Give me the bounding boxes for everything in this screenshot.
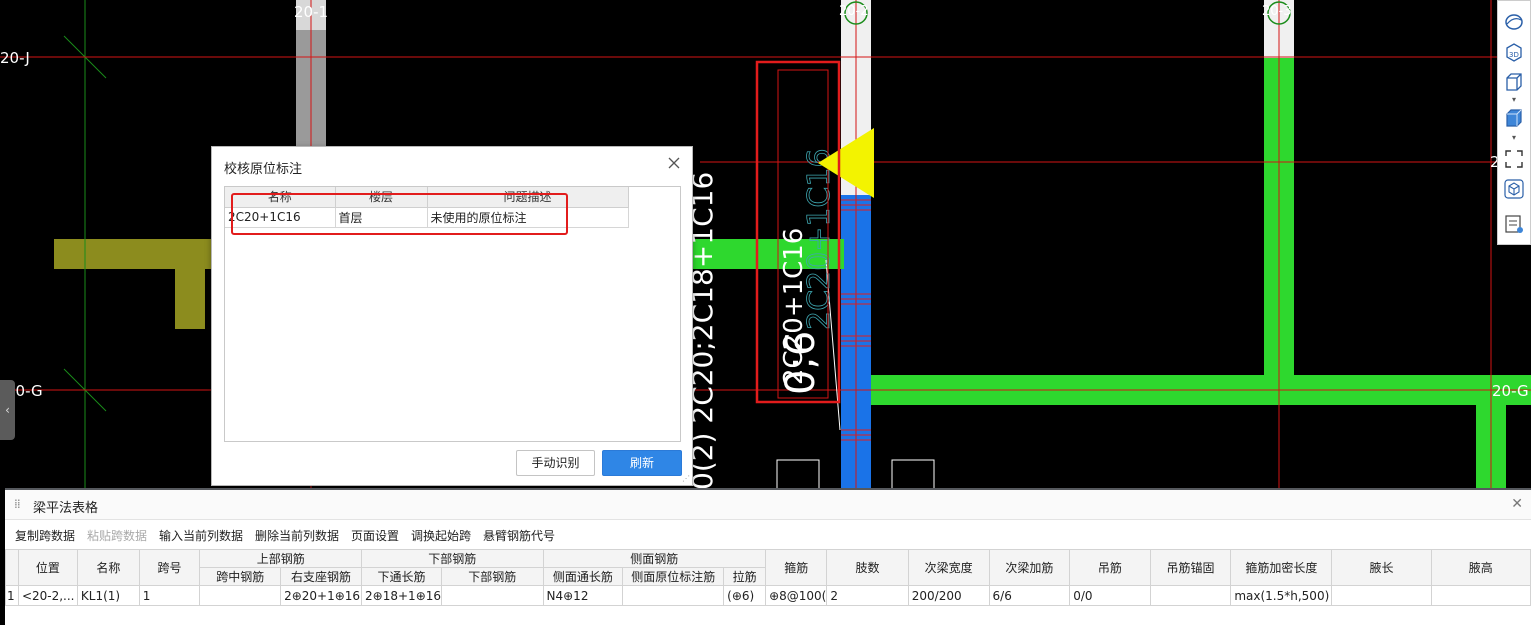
drag-handle-icon[interactable]: ⁞⁞ <box>14 497 21 511</box>
axis-label-20-j: 20-J <box>0 49 30 67</box>
cell-right-seat[interactable]: 2⊕20+1⊕16 <box>280 585 363 606</box>
col-header-sec-beam-add[interactable]: 次梁加筋 <box>988 549 1071 586</box>
cell-stirrup-dense[interactable]: max(1.5*h,500) <box>1230 585 1333 606</box>
cell-span[interactable]: 1 <box>138 585 201 606</box>
col-header-haunch-h[interactable]: 腋高 <box>1430 549 1531 586</box>
col-header-bottom-rebar[interactable]: 下部钢筋 <box>441 567 544 586</box>
col-header-right-seat[interactable]: 右支座钢筋 <box>280 567 363 586</box>
cell-haunch-len[interactable] <box>1331 585 1432 606</box>
table-header-row: 位置 名称 跨号 上部钢筋 下部钢筋 侧面钢筋 箍筋 肢数 次梁宽度 次梁加筋 … <box>5 549 1531 586</box>
cell-name[interactable]: KL1(1) <box>76 585 140 606</box>
axis-label-20-g-right: 20-G <box>1492 382 1529 400</box>
beam-table-panel: ⁞⁞ 梁平法表格 ✕ 复制跨数据 粘贴跨数据 输入当前列数据 删除当前列数据 页… <box>5 488 1531 625</box>
table-row[interactable]: 1 <20-2,... KL1(1) 1 2⊕20+1⊕16 2⊕18+1⊕16… <box>5 585 1531 606</box>
3d-icon[interactable]: 3D <box>1503 41 1525 63</box>
close-icon[interactable] <box>666 155 682 171</box>
cantilever-rebar-code-button[interactable]: 悬臂钢筋代号 <box>483 527 555 544</box>
svg-text:3D: 3D <box>1509 51 1519 59</box>
axis-label-20-1: 20-1 <box>294 3 329 21</box>
cube-solid-icon[interactable] <box>1503 107 1525 129</box>
col-header-index <box>5 549 19 586</box>
cell-sec-beam-width[interactable]: 200/200 <box>907 585 990 606</box>
col-header-tie[interactable]: 拉筋 <box>723 567 767 586</box>
cell-index: 1 <box>5 585 19 606</box>
axis-label-20-3: 20-3 <box>1262 4 1292 19</box>
cell-haunch-h[interactable] <box>1430 585 1531 606</box>
dialog-title: 校核原位标注 <box>224 162 303 177</box>
cube-outline-icon[interactable] <box>1503 71 1525 93</box>
input-column-data-button[interactable]: 输入当前列数据 <box>159 527 243 544</box>
panel-header: ⁞⁞ 梁平法表格 ✕ <box>5 490 1531 520</box>
cell-hanger[interactable]: 0/0 <box>1069 585 1151 606</box>
column-outline <box>776 459 820 491</box>
col-header-haunch-len[interactable]: 腋长 <box>1331 549 1432 586</box>
swap-start-span-button[interactable]: 调换起始跨 <box>411 527 471 544</box>
cell-side-through[interactable]: N4⊕12 <box>542 585 624 606</box>
cell-tie[interactable]: (⊕6) <box>723 585 767 606</box>
col-header-side-inplace[interactable]: 侧面原位标注筋 <box>622 567 725 586</box>
manual-identify-button[interactable]: 手动识别 <box>516 450 595 476</box>
group-header-bottom-rebar: 下部钢筋 <box>361 549 544 568</box>
close-icon[interactable]: ✕ <box>1511 496 1523 512</box>
group-header-top-rebar: 上部钢筋 <box>199 549 363 568</box>
sphere-icon[interactable] <box>1503 11 1525 33</box>
group-header-side-rebar: 侧面钢筋 <box>542 549 767 568</box>
view-cube-icon[interactable] <box>1503 178 1525 200</box>
row-highlight-box <box>231 193 568 235</box>
col-header-mid-span[interactable]: 跨中钢筋 <box>199 567 282 586</box>
beam-table: 位置 名称 跨号 上部钢筋 下部钢筋 侧面钢筋 箍筋 肢数 次梁宽度 次梁加筋 … <box>5 549 1531 606</box>
cad-viewport[interactable]: 0(2) 2C20;2C18+1C16 0;6 2C20+1C16 2C20+1… <box>0 0 1531 625</box>
col-header-hanger-anchor[interactable]: 吊筋锚固 <box>1149 549 1232 586</box>
fullscreen-icon[interactable] <box>1503 148 1525 170</box>
col-header-bottom-through[interactable]: 下通长筋 <box>361 567 443 586</box>
col-header-span[interactable]: 跨号 <box>138 549 201 586</box>
col-header-legs[interactable]: 肢数 <box>826 549 909 586</box>
col-header-sec-beam-width[interactable]: 次梁宽度 <box>907 549 990 586</box>
chevron-down-icon[interactable]: ▾ <box>1508 96 1520 104</box>
cell-side-inplace[interactable] <box>622 585 725 606</box>
panel-toolbar: 复制跨数据 粘贴跨数据 输入当前列数据 删除当前列数据 页面设置 调换起始跨 悬… <box>5 522 1531 546</box>
copy-span-data-button[interactable]: 复制跨数据 <box>15 527 75 544</box>
column-outline <box>891 459 935 491</box>
resize-grip-icon[interactable]: ⋰ <box>682 474 690 483</box>
cell-mid-span[interactable] <box>199 585 282 606</box>
cell-hanger-anchor[interactable] <box>1149 585 1232 606</box>
cell-position[interactable]: <20-2,... <box>17 585 78 606</box>
col-header-hanger[interactable]: 吊筋 <box>1069 549 1151 586</box>
collapse-left-handle[interactable]: ‹ <box>0 380 15 440</box>
chevron-down-icon[interactable]: ▾ <box>1508 134 1520 142</box>
col-header-side-through[interactable]: 侧面通长筋 <box>542 567 624 586</box>
cell-legs[interactable]: 2 <box>826 585 909 606</box>
col-header-position[interactable]: 位置 <box>17 549 78 586</box>
cell-stirrup[interactable]: ⊕8@100( <box>765 585 828 606</box>
delete-column-data-button[interactable]: 删除当前列数据 <box>255 527 339 544</box>
beam-annotation-outline: 2C20+1C16 <box>802 148 837 330</box>
col-header-stirrup-dense[interactable]: 箍筋加密长度 <box>1230 549 1333 586</box>
cell-sec-beam-add[interactable]: 6/6 <box>988 585 1071 606</box>
cell-bottom-rebar[interactable] <box>441 585 544 606</box>
axis-label-20-2: 20-2 <box>839 4 869 19</box>
col-header-stirrup[interactable]: 箍筋 <box>765 549 828 586</box>
panel-title: 梁平法表格 <box>33 501 99 516</box>
col-header-name[interactable]: 名称 <box>76 549 140 586</box>
page-setup-button[interactable]: 页面设置 <box>351 527 399 544</box>
refresh-button[interactable]: 刷新 <box>602 450 682 476</box>
list-settings-icon[interactable] <box>1503 213 1525 235</box>
view-toolbar: 3D ▾ ▾ <box>1497 0 1531 245</box>
cell-bottom-through[interactable]: 2⊕18+1⊕16 <box>361 585 443 606</box>
beam-olive-vertical <box>175 239 205 329</box>
paste-span-data-button[interactable]: 粘贴跨数据 <box>87 527 147 544</box>
